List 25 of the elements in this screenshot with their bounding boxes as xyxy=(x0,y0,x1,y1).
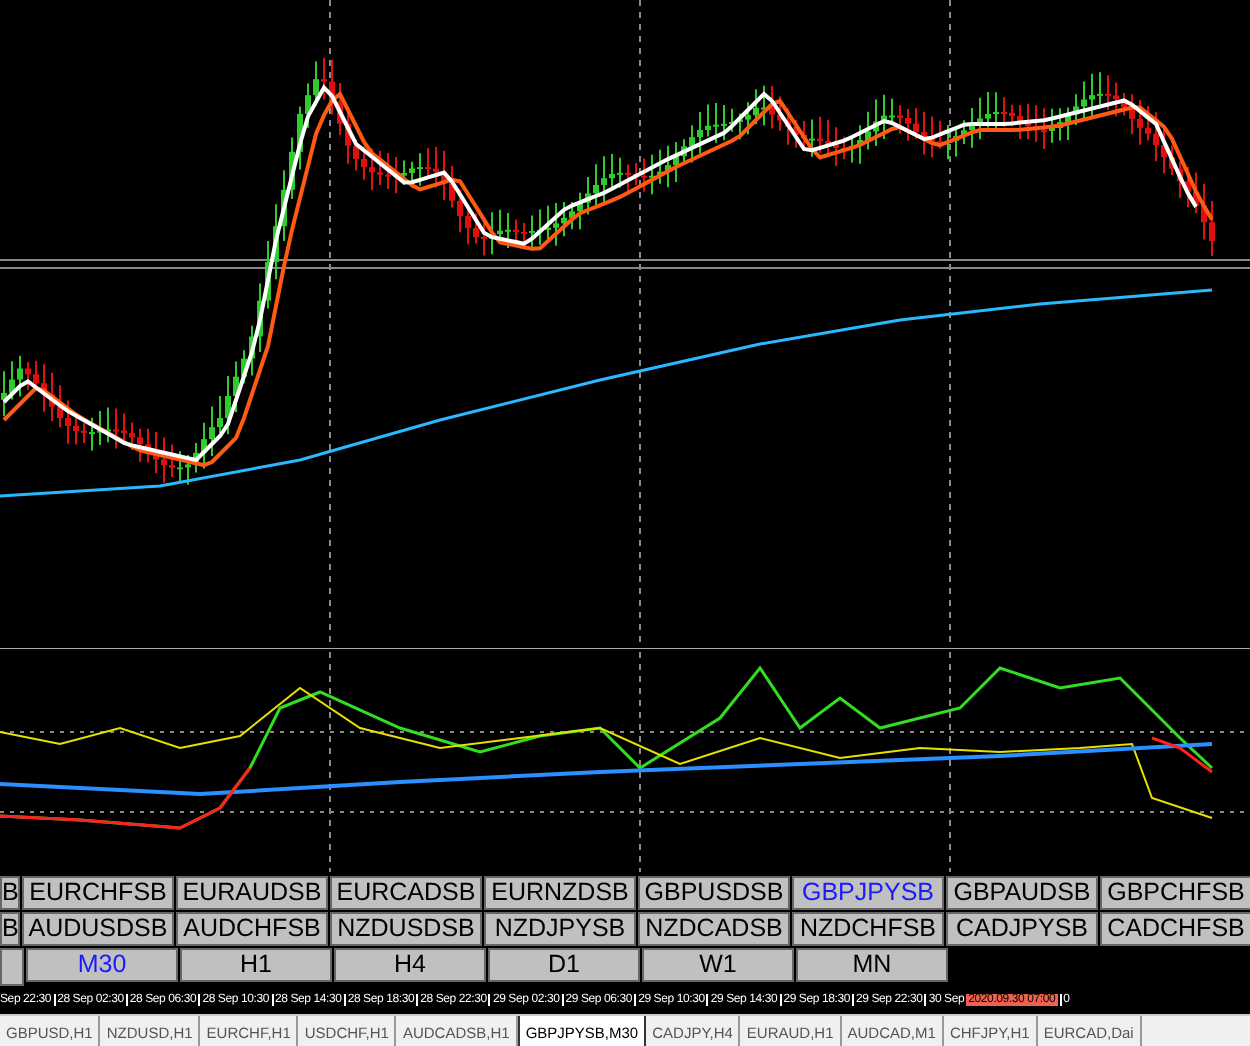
timeframe-button[interactable]: D1 xyxy=(488,948,640,982)
symbol-button[interactable]: NZDJPYSB xyxy=(484,912,636,946)
symbol-button[interactable]: NZDCHFSB xyxy=(792,912,944,946)
timeframe-button[interactable]: H1 xyxy=(180,948,332,982)
timeframe-button[interactable]: M30 xyxy=(26,948,178,982)
symbol-button[interactable]: GBPUSDSB xyxy=(638,876,790,910)
symbol-button[interactable]: GBPCHFSB xyxy=(1100,876,1250,910)
symbol-button[interactable]: B xyxy=(0,876,20,910)
symbol-button[interactable]: EURCADSB xyxy=(330,876,482,910)
symbol-button[interactable]: NZDUSDSB xyxy=(330,912,482,946)
symbol-button[interactable]: B xyxy=(0,912,20,946)
button-edge xyxy=(0,948,24,986)
timeframe-button[interactable]: H4 xyxy=(334,948,486,982)
symbol-button[interactable]: AUDCHFSB xyxy=(176,912,328,946)
symbol-button[interactable]: CADCHFSB xyxy=(1100,912,1250,946)
symbol-button[interactable]: AUDUSDSB xyxy=(22,912,174,946)
symbol-button[interactable]: EURNZDSB xyxy=(484,876,636,910)
symbol-button[interactable]: GBPAUDSB xyxy=(946,876,1098,910)
timeframe-button[interactable]: MN xyxy=(796,948,948,982)
symbol-button[interactable]: GBPJPYSB xyxy=(792,876,944,910)
symbol-button[interactable]: EURCHFSB xyxy=(22,876,174,910)
timeframe-button[interactable]: W1 xyxy=(642,948,794,982)
symbol-button[interactable]: EURAUDSB xyxy=(176,876,328,910)
symbol-button[interactable]: NZDCADSB xyxy=(638,912,790,946)
symbol-button[interactable]: CADJPYSB xyxy=(946,912,1098,946)
